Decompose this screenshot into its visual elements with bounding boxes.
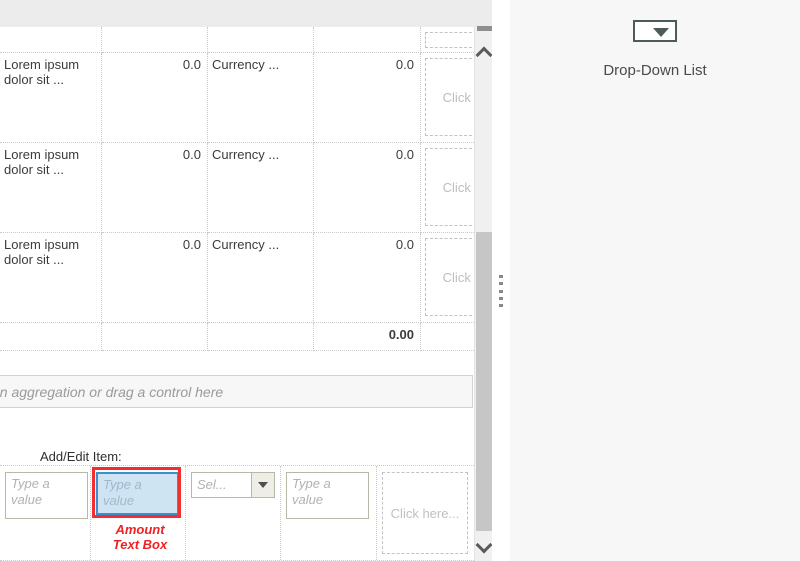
control-icon-wrap xyxy=(510,20,800,45)
description-input[interactable]: Type a value xyxy=(5,472,88,519)
cell-amount[interactable]: 0.0 xyxy=(313,142,421,233)
pane-splitter[interactable] xyxy=(492,0,511,561)
amount-annotation: Amount Text Box xyxy=(97,522,183,552)
total-cell-currency xyxy=(207,322,314,351)
table-row[interactable]: Lorem ipsum dolor sit ... 0.0 Currency .… xyxy=(0,142,492,233)
control-title: Drop-Down List xyxy=(603,62,707,79)
scroll-down-icon xyxy=(475,536,492,554)
scrollbar-thumb[interactable] xyxy=(476,232,492,531)
add-edit-cell-description: Type a value xyxy=(0,466,91,560)
currency-select[interactable]: Sel... xyxy=(191,472,275,498)
add-edit-cell-amount: Type a value Amount Text Box xyxy=(91,466,186,560)
chevron-down-icon xyxy=(258,482,268,488)
quantity-input[interactable]: Type a value xyxy=(286,472,369,519)
drop-down-list-icon xyxy=(633,20,677,42)
amount-annotation-line2: Text Box xyxy=(112,537,168,552)
aggregation-dropzone[interactable]: an aggregation or drag a control here xyxy=(0,375,473,408)
vertical-scrollbar[interactable] xyxy=(474,26,492,561)
add-edit-item-row: Type a value Type a value Amount Text Bo… xyxy=(0,465,474,561)
table-row[interactable] xyxy=(0,27,492,53)
add-edit-item-label: Add/Edit Item: xyxy=(40,449,122,464)
cell-quantity[interactable]: 0.0 xyxy=(101,232,208,323)
cell-description[interactable]: Lorem ipsum dolor sit ... xyxy=(0,232,102,323)
total-cell-description xyxy=(0,322,102,351)
add-edit-cell-attachment: Click here... xyxy=(377,466,473,560)
aggregation-hint-text: an aggregation or drag a control here xyxy=(0,383,224,400)
cell-amount[interactable]: 0.0 xyxy=(313,52,421,143)
design-surface-top-bar xyxy=(0,0,492,27)
total-cell-quantity xyxy=(101,322,208,351)
scroll-down-button[interactable] xyxy=(475,535,492,559)
scroll-up-icon xyxy=(475,46,492,64)
cell-currency[interactable]: Currency ... xyxy=(207,142,314,233)
attachment-dropzone[interactable]: Click here... xyxy=(382,472,468,554)
add-edit-cell-currency: Sel... xyxy=(186,466,281,560)
items-grid: Lorem ipsum dolor sit ... 0.0 Currency .… xyxy=(0,27,492,371)
properties-panel: Drop-Down List Properties xyxy=(510,0,800,561)
items-grid-table: Lorem ipsum dolor sit ... 0.0 Currency .… xyxy=(0,27,492,351)
cell-amount[interactable]: 0.0 xyxy=(313,232,421,323)
cell-description[interactable]: Lorem ipsum dolor sit ... xyxy=(0,142,102,233)
application-window: Lorem ipsum dolor sit ... 0.0 Currency .… xyxy=(0,0,800,561)
cell-quantity[interactable] xyxy=(101,27,208,53)
currency-select-button[interactable] xyxy=(251,473,274,497)
cell-description[interactable] xyxy=(0,27,102,53)
table-row[interactable]: Lorem ipsum dolor sit ... 0.0 Currency .… xyxy=(0,232,492,323)
amount-annotation-line1: Amount xyxy=(115,522,165,537)
cell-amount[interactable] xyxy=(313,27,421,53)
scroll-up-button[interactable] xyxy=(475,41,492,65)
scrollbar-top-nub xyxy=(477,26,492,31)
table-row[interactable]: Lorem ipsum dolor sit ... 0.0 Currency .… xyxy=(0,52,492,143)
cell-quantity[interactable]: 0.0 xyxy=(101,52,208,143)
form-design-surface: Lorem ipsum dolor sit ... 0.0 Currency .… xyxy=(0,0,492,561)
cell-description[interactable]: Lorem ipsum dolor sit ... xyxy=(0,52,102,143)
add-edit-cell-quantity: Type a value xyxy=(281,466,377,560)
cell-currency[interactable]: Currency ... xyxy=(207,232,314,323)
cell-currency[interactable] xyxy=(207,27,314,53)
amount-input[interactable]: Type a value xyxy=(96,472,179,515)
splitter-grip-icon[interactable] xyxy=(499,275,503,307)
cell-quantity[interactable]: 0.0 xyxy=(101,142,208,233)
currency-select-value: Sel... xyxy=(197,477,227,492)
total-cell-amount: 0.00 xyxy=(313,322,421,351)
cell-currency[interactable]: Currency ... xyxy=(207,52,314,143)
table-total-row: 0.00 xyxy=(0,322,492,351)
